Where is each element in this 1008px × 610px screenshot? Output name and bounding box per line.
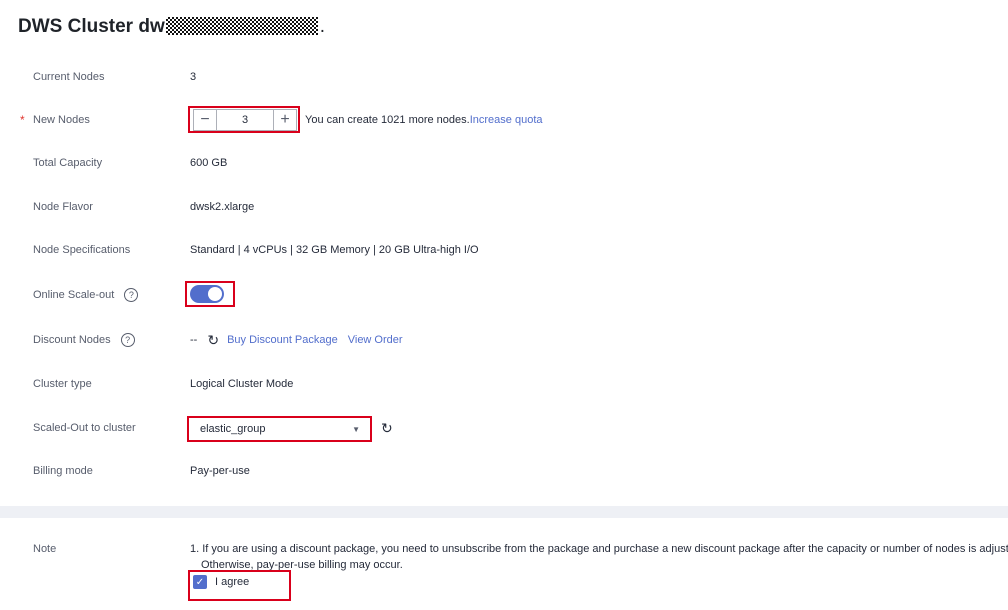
- node-specifications-value: Standard | 4 vCPUs | 32 GB Memory | 20 G…: [190, 244, 479, 256]
- new-nodes-stepper[interactable]: − 3 +: [193, 109, 297, 131]
- total-capacity-value: 600 GB: [190, 157, 228, 169]
- cluster-select[interactable]: elastic_group ▼: [192, 419, 368, 439]
- refresh-icon[interactable]: ↻: [207, 328, 219, 352]
- current-nodes-row: Current Nodes 3: [0, 65, 1008, 89]
- discount-nodes-value-wrap: -- ↻ Buy Discount Package View Order: [190, 328, 403, 352]
- node-flavor-row: Node Flavor dwsk2.xlarge: [0, 195, 1008, 219]
- note-line-2: Otherwise, pay-per-use billing may occur…: [201, 559, 403, 571]
- buy-discount-package-link[interactable]: Buy Discount Package: [227, 328, 338, 352]
- node-quota-text: You can create 1021 more nodes.: [305, 114, 470, 126]
- billing-mode-row: Billing mode Pay-per-use: [0, 459, 1008, 483]
- title-suffix: .: [319, 16, 326, 37]
- agree-label[interactable]: I agree: [215, 575, 249, 589]
- redacted-cluster-name: [165, 17, 318, 35]
- discount-nodes-row: Discount Nodes ? -- ↻ Buy Discount Packa…: [0, 328, 1008, 352]
- increment-button[interactable]: +: [273, 110, 296, 130]
- node-specifications-label: Node Specifications: [33, 244, 131, 256]
- node-quota-hint: You can create 1021 more nodes.Increase …: [305, 108, 543, 132]
- discount-nodes-label-wrap: Discount Nodes ?: [33, 328, 135, 352]
- node-flavor-value: dwsk2.xlarge: [190, 201, 255, 213]
- total-capacity-row: Total Capacity 600 GB: [0, 151, 1008, 175]
- billing-mode-label: Billing mode: [33, 465, 93, 477]
- discount-nodes-value: --: [190, 334, 198, 346]
- section-divider: [0, 506, 1008, 518]
- cluster-type-row: Cluster type Logical Cluster Mode: [0, 372, 1008, 396]
- refresh-icon[interactable]: ↻: [381, 416, 393, 440]
- cluster-type-label: Cluster type: [33, 378, 92, 390]
- chevron-down-icon: ▼: [352, 424, 360, 434]
- online-scaleout-label: Online Scale-out: [33, 289, 115, 301]
- cluster-name-prefix: DWS Cluster dw: [18, 16, 165, 37]
- required-mark: *: [20, 113, 25, 127]
- node-flavor-label: Node Flavor: [33, 201, 93, 213]
- cluster-select-value: elastic_group: [200, 423, 266, 435]
- online-scaleout-row: Online Scale-out ?: [0, 283, 1008, 307]
- view-order-link[interactable]: View Order: [348, 328, 403, 352]
- decrement-button[interactable]: −: [194, 110, 217, 130]
- check-icon: ✓: [195, 576, 205, 588]
- agree-checkbox[interactable]: ✓: [193, 575, 207, 589]
- new-nodes-input[interactable]: 3: [217, 110, 273, 130]
- online-scaleout-label-wrap: Online Scale-out ?: [33, 283, 139, 307]
- billing-mode-value: Pay-per-use: [190, 465, 250, 477]
- scaled-out-row: Scaled-Out to cluster ↻: [0, 416, 1008, 440]
- note-line-1: 1. If you are using a discount package, …: [190, 543, 1008, 555]
- current-nodes-label: Current Nodes: [33, 71, 105, 83]
- current-nodes-value: 3: [190, 71, 197, 83]
- note-label: Note: [33, 543, 57, 555]
- note-text: 1. If you are using a discount package, …: [190, 541, 1008, 573]
- cluster-type-value: Logical Cluster Mode: [190, 378, 294, 390]
- new-nodes-label: New Nodes: [33, 114, 90, 126]
- help-icon[interactable]: ?: [124, 288, 139, 302]
- toggle-knob: [208, 287, 222, 301]
- total-capacity-label: Total Capacity: [33, 157, 103, 169]
- scaled-out-label: Scaled-Out to cluster: [33, 422, 136, 434]
- discount-nodes-label: Discount Nodes: [33, 334, 111, 346]
- online-scaleout-toggle[interactable]: [190, 285, 224, 303]
- help-icon[interactable]: ?: [120, 333, 135, 347]
- page-title: DWS Cluster dw .: [18, 16, 325, 38]
- node-specifications-row: Node Specifications Standard | 4 vCPUs |…: [0, 238, 1008, 262]
- increase-quota-link[interactable]: Increase quota: [470, 114, 543, 126]
